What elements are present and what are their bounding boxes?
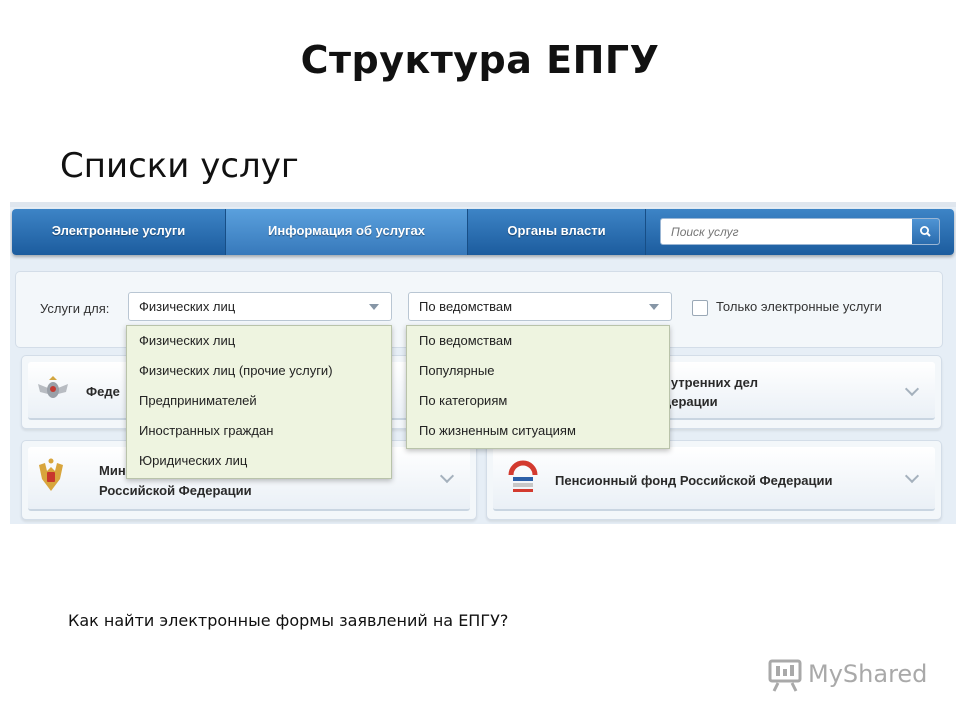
agency-card-bottom-right[interactable]: Пенсионный фонд Российской Федерации bbox=[486, 440, 942, 520]
slide-caption: Как найти электронные формы заявлений на… bbox=[68, 611, 509, 630]
presentation-icon bbox=[768, 659, 802, 692]
card-title-line2: Российской Федерации bbox=[99, 483, 252, 498]
grouping-select-value: По ведомствам bbox=[419, 299, 513, 314]
card-title: Пенсионный фонд Российской Федерации bbox=[555, 473, 833, 488]
slide-title: Структура ЕПГУ bbox=[300, 38, 660, 82]
epgu-screenshot: Электронные услуги Информация об услугах… bbox=[10, 202, 956, 524]
chevron-down-icon[interactable] bbox=[904, 381, 920, 397]
dropdown-option[interactable]: Иностранных граждан bbox=[127, 416, 391, 446]
audience-select-value: Физических лиц bbox=[139, 299, 236, 314]
chevron-down-icon[interactable] bbox=[439, 468, 455, 484]
caret-down-icon bbox=[369, 304, 379, 310]
emblem-icon bbox=[38, 376, 68, 398]
grouping-dropdown-menu: По ведомствам Популярные По категориям П… bbox=[406, 325, 670, 449]
dropdown-option[interactable]: Популярные bbox=[407, 356, 669, 386]
slide-subtitle: Списки услуг bbox=[60, 146, 299, 186]
electronic-only-label[interactable]: Только электронные услуги bbox=[716, 299, 882, 314]
tab-electronic-services[interactable]: Электронные услуги bbox=[12, 209, 226, 255]
tab-authorities[interactable]: Органы власти bbox=[468, 209, 646, 255]
main-navbar: Электронные услуги Информация об услугах… bbox=[12, 209, 954, 255]
services-for-label: Услуги для: bbox=[40, 301, 110, 316]
electronic-only-checkbox[interactable] bbox=[692, 300, 708, 316]
card-title-line1: нутренних дел bbox=[663, 375, 759, 390]
chevron-down-icon[interactable] bbox=[904, 468, 920, 484]
coat-of-arms-icon bbox=[39, 458, 63, 491]
dropdown-option[interactable]: По жизненным ситуациям bbox=[407, 416, 669, 446]
dropdown-option[interactable]: По категориям bbox=[407, 386, 669, 416]
search-input[interactable] bbox=[661, 219, 911, 244]
search-button[interactable] bbox=[912, 219, 939, 244]
caret-down-icon bbox=[649, 304, 659, 310]
myshared-watermark: MyShared bbox=[766, 656, 928, 696]
search-icon bbox=[919, 226, 931, 237]
dropdown-option[interactable]: Предпринимателей bbox=[127, 386, 391, 416]
grouping-select[interactable]: По ведомствам bbox=[408, 292, 672, 321]
search-box bbox=[660, 218, 940, 245]
top-strip bbox=[10, 202, 956, 207]
dropdown-option[interactable]: По ведомствам bbox=[407, 326, 669, 356]
tab-services-info[interactable]: Информация об услугах bbox=[226, 209, 468, 255]
dropdown-option[interactable]: Физических лиц bbox=[127, 326, 391, 356]
pension-fund-logo-icon bbox=[508, 460, 538, 492]
card-title: Феде bbox=[86, 384, 120, 399]
card-body: Пенсионный фонд Российской Федерации bbox=[493, 447, 935, 511]
dropdown-option[interactable]: Физических лиц (прочие услуги) bbox=[127, 356, 391, 386]
audience-select[interactable]: Физических лиц bbox=[128, 292, 392, 321]
card-title-line2: дерации bbox=[663, 394, 718, 409]
watermark-text: MyShared bbox=[808, 660, 928, 688]
audience-dropdown-menu: Физических лиц Физических лиц (прочие ус… bbox=[126, 325, 392, 479]
dropdown-option[interactable]: Юридических лиц bbox=[127, 446, 391, 476]
